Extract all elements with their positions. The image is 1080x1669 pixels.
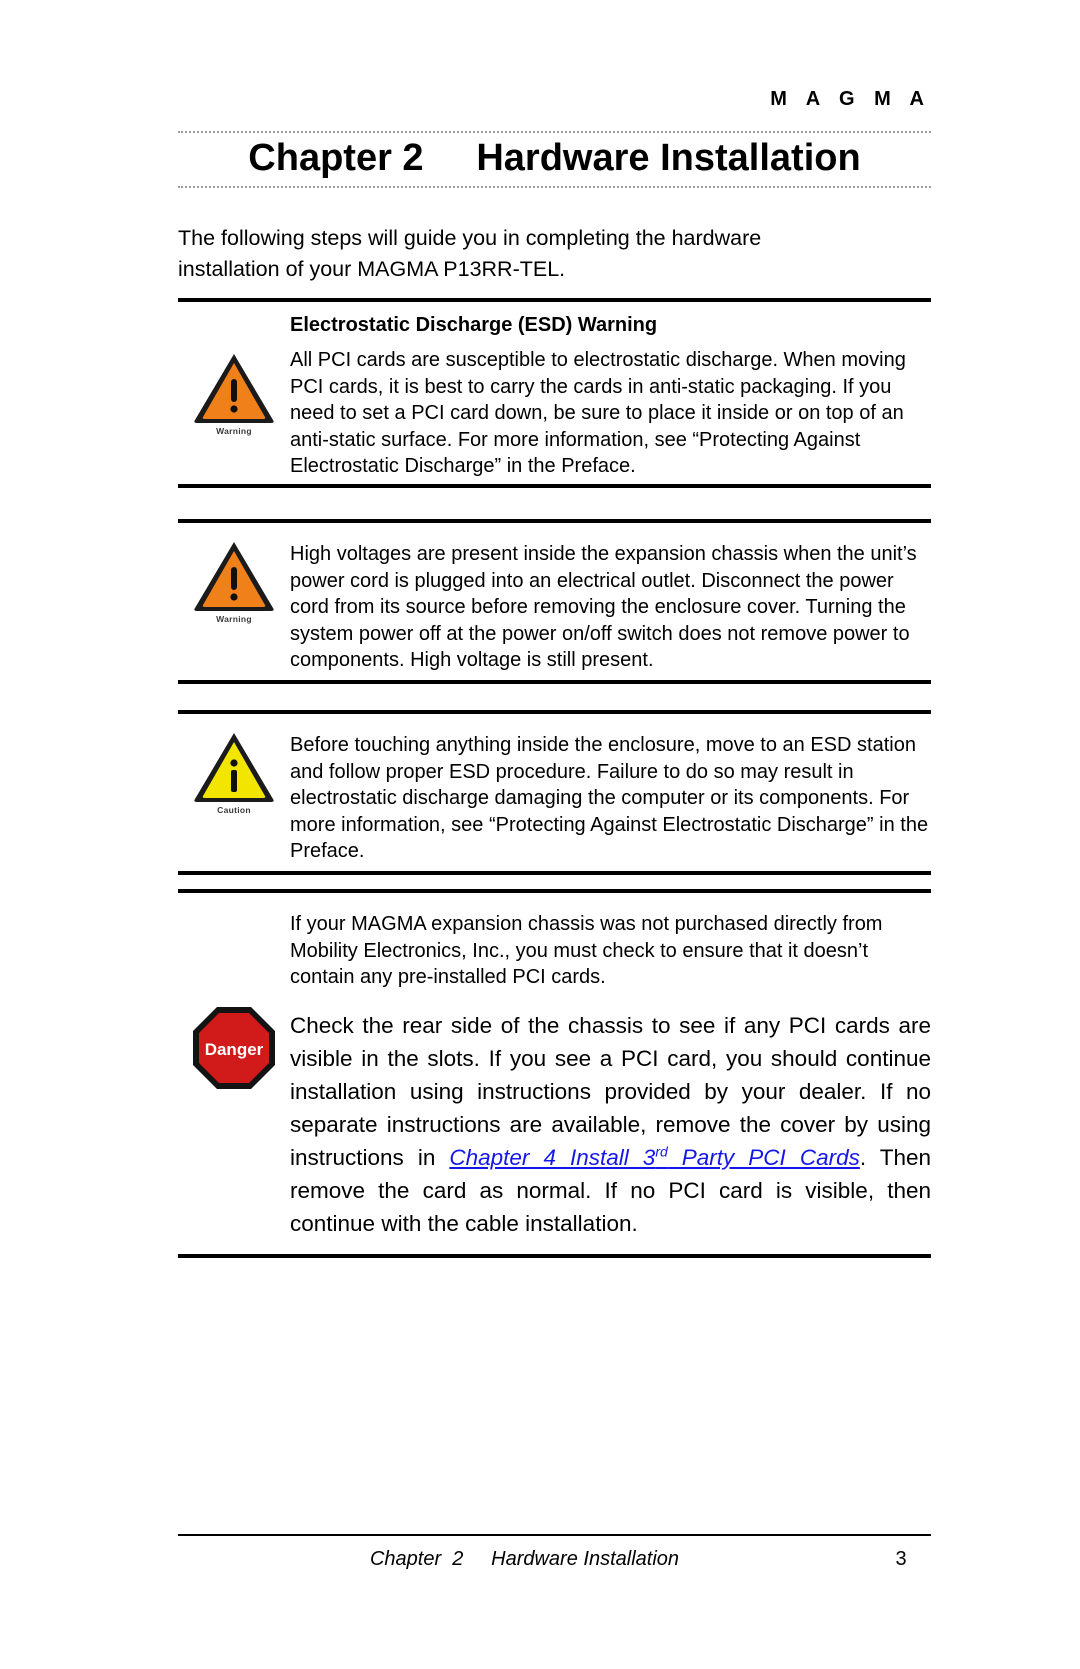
page-footer: Chapter 2 Hardware Installation 3	[178, 1548, 931, 1571]
chapter-4-link[interactable]: Chapter 4 Install 3rd Party PCI Cards	[449, 1143, 860, 1170]
danger-octagon-icon: Danger	[191, 1005, 277, 1091]
title-rule-top	[178, 131, 931, 133]
esd-heading: Electrostatic Discharge (ESD) Warning	[290, 314, 658, 336]
danger-text-cell: If your MAGMA expansion chassis was not …	[290, 909, 931, 1240]
link-superscript: rd	[655, 1143, 668, 1159]
footer-page-number: 3	[895, 1548, 907, 1570]
admonition-danger: Danger If your MAGMA expansion chassis w…	[178, 889, 931, 1258]
rule-bottom	[178, 483, 931, 488]
link-text-after-sup: Party PCI Cards	[667, 1144, 860, 1170]
admonition-high-voltage: Warning High voltages are present inside…	[178, 519, 931, 684]
icon-cell: Warning	[178, 539, 290, 624]
warning-triangle-icon	[192, 351, 276, 425]
intro-line-1: The following steps will guide you in co…	[178, 226, 762, 250]
danger-paragraph-2: Check the rear side of the chassis to se…	[290, 1009, 931, 1240]
admonition-caution-esd: Caution Before touching anything inside …	[178, 710, 931, 875]
title-rule-bottom	[178, 186, 931, 188]
danger-paragraph-1: If your MAGMA expansion chassis was not …	[290, 913, 883, 988]
footer-chapter-label: Chapter 2 Hardware Installation	[369, 1548, 680, 1570]
caution-body-text: Before touching anything inside the encl…	[290, 734, 929, 862]
voltage-body-text: High voltages are present inside the exp…	[290, 543, 917, 671]
header-brand: M A G M A	[770, 88, 931, 110]
document-page: M A G M A Chapter 2 Hardware Installatio…	[0, 0, 1080, 1669]
link-text-before-sup: Chapter 4 Install 3	[449, 1144, 656, 1170]
icon-caption: Warning	[216, 614, 252, 624]
icon-cell: Warning	[178, 345, 290, 436]
page-title: Chapter 2 Hardware Installation	[248, 137, 861, 179]
icon-cell: Caution	[178, 730, 290, 815]
danger-label: Danger	[205, 1040, 264, 1059]
footer-rule	[178, 1534, 931, 1536]
intro-paragraph: The following steps will guide you in co…	[178, 223, 931, 285]
caution-info-triangle-icon	[192, 730, 276, 804]
rule-bottom	[178, 1253, 931, 1258]
icon-caption: Warning	[216, 426, 252, 436]
rule-bottom	[178, 679, 931, 684]
admonition-esd-warning: Electrostatic Discharge (ESD) Warning Wa…	[178, 298, 931, 488]
intro-line-2: installation of your MAGMA P13RR-TEL.	[178, 257, 566, 281]
rule-bottom	[178, 870, 931, 875]
esd-body-text: All PCI cards are susceptible to electro…	[290, 349, 906, 477]
icon-caption: Caution	[217, 805, 251, 815]
warning-triangle-icon	[192, 539, 276, 613]
icon-cell: Danger	[178, 909, 290, 1091]
